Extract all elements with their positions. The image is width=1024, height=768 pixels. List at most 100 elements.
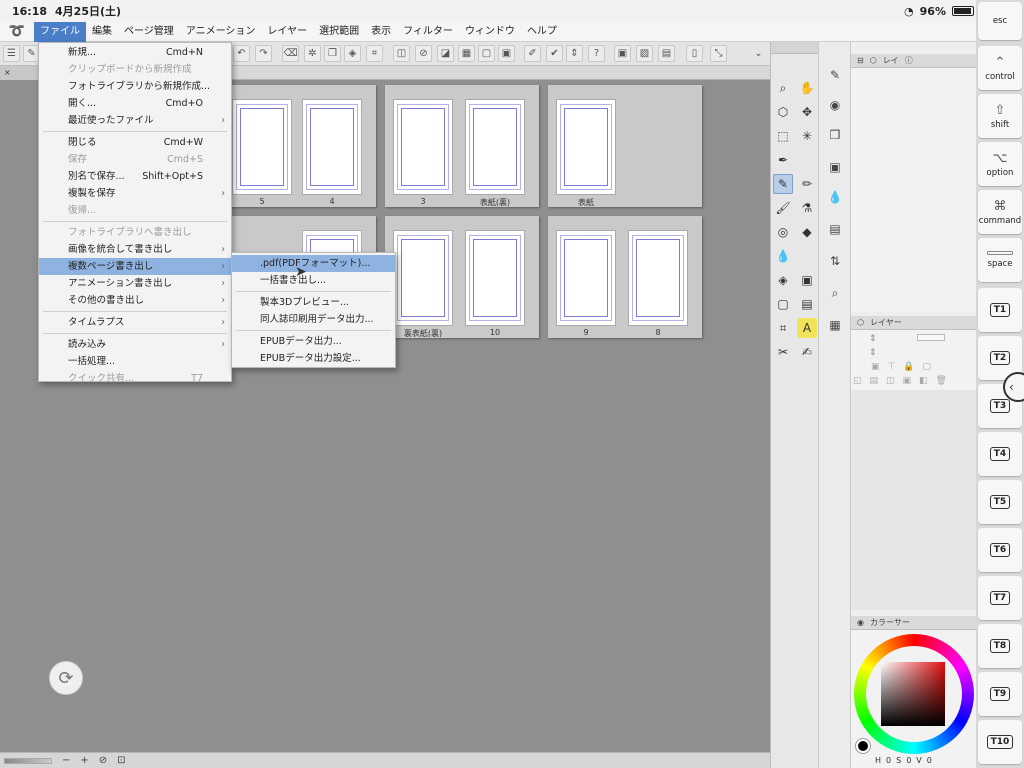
menu-item-epub-export[interactable]: EPUBデータ出力...	[232, 333, 395, 350]
eyedropper-icon[interactable]: ✒	[773, 150, 793, 170]
menu-item-export-pdf[interactable]: .pdf(PDFフォーマット)...	[232, 255, 395, 272]
auto-select-icon[interactable]: ✳	[797, 126, 817, 146]
t4-key[interactable]: T4	[978, 432, 1022, 476]
menu-item-epub-settings[interactable]: EPUBデータ出力設定...	[232, 350, 395, 367]
zoom-slider[interactable]	[4, 757, 52, 764]
clear-icon[interactable]: ⌫	[282, 45, 299, 62]
menu-selection[interactable]: 選択範囲	[313, 22, 365, 42]
brush-icon[interactable]: ✐	[524, 45, 541, 62]
color-swatch-icon[interactable]: ▢	[478, 45, 495, 62]
page-thumbnail[interactable]	[465, 230, 525, 326]
opacity-stepper[interactable]: ⇕	[869, 348, 877, 358]
t6-key[interactable]: T6	[978, 528, 1022, 572]
stepper-icon[interactable]: ⇕	[566, 45, 583, 62]
fullscreen-icon[interactable]: ⤡	[710, 45, 727, 62]
blend-mode-stepper[interactable]: ⇕	[869, 334, 877, 344]
t8-key[interactable]: T8	[978, 624, 1022, 668]
menu-item-save-as[interactable]: 別名で保存... Shift+Opt+S	[39, 168, 231, 185]
menu-item-export-merged[interactable]: 画像を統合して書き出し ›	[39, 241, 231, 258]
spread[interactable]: 3 表紙(裏)	[385, 85, 539, 207]
menu-layer[interactable]: レイヤー	[261, 22, 313, 42]
blend-tool-icon[interactable]: 💧	[773, 246, 793, 266]
redo-icon[interactable]: ↷	[255, 45, 272, 62]
page-thumbnail[interactable]	[393, 230, 453, 326]
select-icon[interactable]: ◫	[393, 45, 410, 62]
menu-animation[interactable]: アニメーション	[180, 22, 262, 42]
spread[interactable]: 5 4	[222, 85, 376, 207]
layer-property-icon[interactable]: ▤	[826, 220, 844, 238]
properties-tab-icon[interactable]: ⊟	[857, 56, 864, 65]
menu-item-3d-preview[interactable]: 製本3Dプレビュー...	[232, 294, 395, 311]
opacity-field[interactable]	[917, 334, 945, 341]
menu-edit[interactable]: 編集	[86, 22, 118, 42]
balloon-tool-icon[interactable]: ✂	[773, 342, 793, 362]
info-tab-icon[interactable]: ⓘ	[905, 55, 913, 66]
page-thumbnail[interactable]	[393, 99, 453, 195]
zoom-tool-icon[interactable]: ⌕	[773, 78, 793, 98]
copy-icon[interactable]: ❐	[324, 45, 341, 62]
menu-item-batch-export[interactable]: 一括書き出し...	[232, 272, 395, 289]
menu-item-save-duplicate[interactable]: 複製を保存 ›	[39, 185, 231, 202]
rotate-icon[interactable]: ⊘	[99, 755, 107, 766]
phone-icon[interactable]: ▯	[686, 45, 703, 62]
deselect-icon[interactable]: ⊘	[415, 45, 432, 62]
current-color-swatch[interactable]	[856, 739, 870, 753]
shift-key[interactable]: ⇧ shift	[978, 94, 1022, 138]
menu-item-batch-process[interactable]: 一括処理...	[39, 353, 231, 370]
decoration-tool-icon[interactable]: ◎	[773, 222, 793, 242]
green-frame-icon[interactable]: ▣	[614, 45, 631, 62]
gamepad-icon[interactable]: ◉	[826, 96, 844, 114]
hand-tool-icon[interactable]: ✋	[797, 78, 817, 98]
chevron-down-icon[interactable]: ⌄	[750, 45, 767, 62]
menu-item-new-from-photos[interactable]: フォトライブラリから新規作成...	[39, 78, 231, 95]
navigator-icon[interactable]: ▣	[826, 158, 844, 176]
esc-key[interactable]: esc	[978, 2, 1022, 40]
menu-item-close[interactable]: 閉じる Cmd+W	[39, 134, 231, 151]
layer-toggle-icons[interactable]: ▣⊤🔒▢	[871, 362, 939, 372]
menu-item-open[interactable]: 開く... Cmd+O	[39, 95, 231, 112]
hamburger-icon[interactable]: ☰	[3, 45, 20, 62]
correction-tool-icon[interactable]: ✍	[797, 342, 817, 362]
sub-tool-icon[interactable]: ✎	[826, 66, 844, 84]
page-thumbnail[interactable]	[232, 99, 292, 195]
menu-item-doujin-print-export[interactable]: 同人誌印刷用データ出力...	[232, 311, 395, 328]
zoom-out-icon[interactable]: −	[62, 755, 70, 766]
app-logo-icon[interactable]: ➰	[0, 24, 34, 39]
menu-item-export-other[interactable]: その他の書き出し ›	[39, 292, 231, 309]
option-key[interactable]: ⌥ option	[978, 142, 1022, 186]
menu-window[interactable]: ウィンドウ	[459, 22, 521, 42]
spread[interactable]: 9 8	[548, 216, 702, 338]
page-thumbnail[interactable]	[556, 99, 616, 195]
selection-tool-icon[interactable]: ⬚	[773, 126, 793, 146]
purple-swatch-icon[interactable]: ▣	[498, 45, 515, 62]
search-layer-icon[interactable]: ⌕	[826, 284, 844, 302]
page-thumbnail[interactable]	[556, 230, 616, 326]
gradient-tool-icon[interactable]: ▣	[797, 270, 817, 290]
color-wheel-tab-icon[interactable]: ◉	[857, 618, 864, 627]
menu-item-export-animation[interactable]: アニメーション書き出し ›	[39, 275, 231, 292]
adjust-icon[interactable]: ⇅	[826, 252, 844, 270]
layer-panel-label[interactable]: レイヤー	[870, 317, 902, 328]
crop-icon[interactable]: ⌗	[366, 45, 383, 62]
zoom-in-icon[interactable]: +	[80, 755, 88, 766]
t5-key[interactable]: T5	[978, 480, 1022, 524]
t1-key[interactable]: T1	[978, 288, 1022, 332]
calendar-icon[interactable]: ▦	[826, 316, 844, 334]
frame-tool-icon[interactable]: ▤	[797, 294, 817, 314]
t7-key[interactable]: T7	[978, 576, 1022, 620]
page-thumbnail[interactable]	[302, 99, 362, 195]
page-thumbnail[interactable]	[465, 99, 525, 195]
menu-help[interactable]: ヘルプ	[521, 22, 563, 42]
pen-tool-icon[interactable]: ✎	[773, 174, 793, 194]
figure-tool-icon[interactable]: ▢	[773, 294, 793, 314]
spread[interactable]: 裏表紙(裏) 10	[385, 216, 539, 338]
saturation-value-picker[interactable]	[881, 662, 945, 726]
menu-item-new[interactable]: 新規... Cmd+N	[39, 44, 231, 61]
grid-icon[interactable]: ▤	[658, 45, 675, 62]
eraser-icon[interactable]: ◆	[797, 222, 817, 242]
help-icon[interactable]: ?	[588, 45, 605, 62]
menu-item-export-multiple-pages[interactable]: 複数ページ書き出し ›	[39, 258, 231, 275]
menu-item-recent-files[interactable]: 最近使ったファイル ›	[39, 112, 231, 129]
menu-view[interactable]: 表示	[365, 22, 397, 42]
menu-filter[interactable]: フィルター	[397, 22, 459, 42]
